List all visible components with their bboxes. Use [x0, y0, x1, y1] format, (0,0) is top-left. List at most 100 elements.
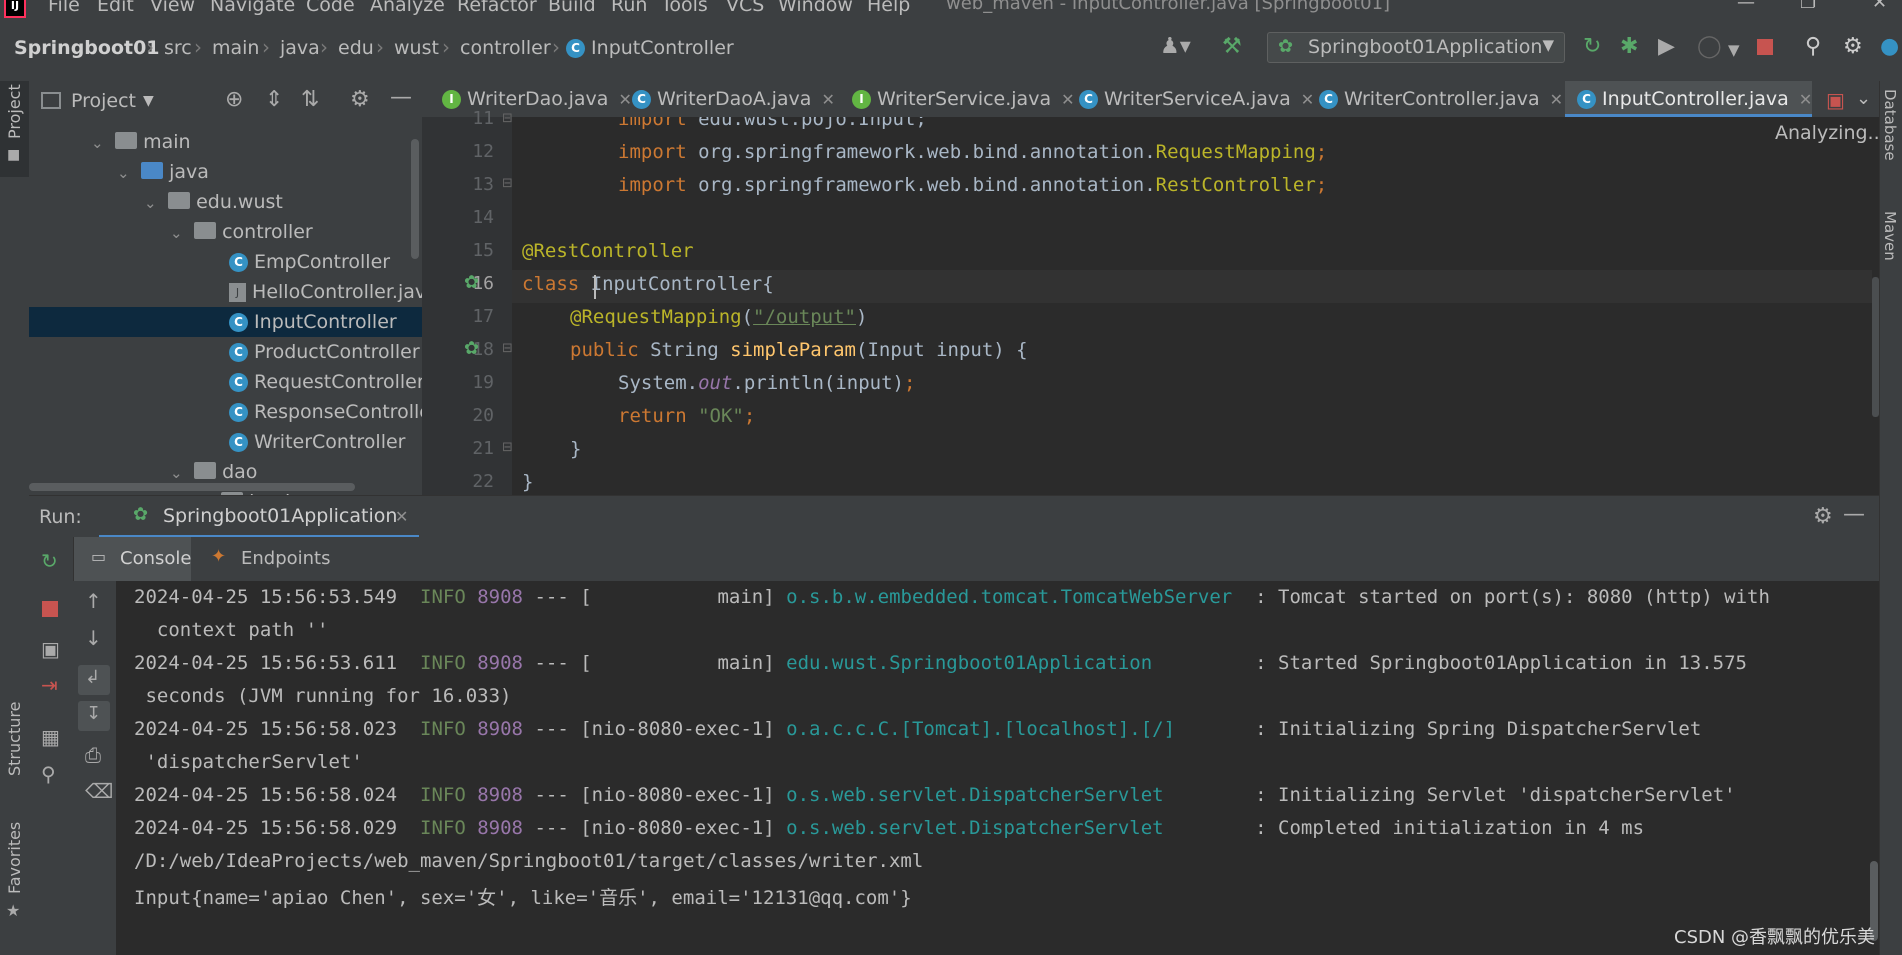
tree-item-responsecontroller[interactable]: C ResponseController	[29, 397, 422, 427]
menu-run[interactable]: Run	[611, 0, 647, 16]
run-settings-gear-icon[interactable]: ⚙	[1813, 504, 1833, 529]
pin-icon[interactable]: ⚲	[41, 762, 56, 786]
layout-icon[interactable]: ▦	[41, 725, 60, 749]
tree-item-edu-wust[interactable]: ⌄ edu.wust	[29, 187, 422, 217]
breadcrumb-wust[interactable]: wust	[394, 37, 439, 59]
run-configuration-dropdown[interactable]: ✿ Springboot01Application ▼	[1267, 32, 1565, 63]
debug-bug-icon[interactable]: ✱	[1620, 36, 1638, 58]
rerun-icon[interactable]: ↻	[41, 549, 58, 573]
stripe-favorites-tab[interactable]: Favorites	[5, 822, 24, 894]
tree-item-empcontroller[interactable]: C EmpController	[29, 247, 422, 277]
hide-panel-icon[interactable]: —	[390, 85, 412, 110]
menu-file[interactable]: File	[48, 0, 80, 16]
trash-clear-icon[interactable]: ⌫	[85, 779, 113, 803]
soft-wrap-toggle[interactable]: ↲	[78, 665, 110, 695]
exit-icon[interactable]: ⇥	[41, 673, 58, 697]
console-output[interactable]: 2024-04-25 15:56:53.549 INFO 8908 --- [ …	[116, 581, 1879, 955]
scroll-down-arrow-icon[interactable]: ↓	[85, 626, 102, 650]
output-input-line: Input{name='apiao Chen', sex='女', like='…	[134, 887, 912, 909]
close-tab-icon[interactable]: ✕	[1550, 90, 1563, 109]
tab-writerservice[interactable]: I WriterService.java ✕	[840, 81, 1075, 117]
breadcrumb-main[interactable]: main	[212, 37, 259, 59]
spring-mapping-gutter-icon[interactable]: ✿	[464, 338, 479, 359]
collapse-all-icon[interactable]: ⇅	[301, 87, 319, 112]
menu-analyze[interactable]: Analyze	[370, 0, 445, 16]
hide-run-panel-icon[interactable]: —	[1843, 502, 1865, 527]
breadcrumb-project[interactable]: Springboot01	[14, 37, 160, 59]
tree-item-writercontroller[interactable]: C WriterController	[29, 427, 422, 457]
locate-target-icon[interactable]: ⊕	[225, 87, 243, 112]
coverage-icon[interactable]: ▶	[1658, 36, 1675, 58]
menu-vcs[interactable]: VCS	[726, 0, 764, 16]
stop-icon[interactable]	[42, 601, 58, 617]
camera-snapshot-icon[interactable]: ▣	[41, 637, 60, 661]
menu-refactor[interactable]: Refactor	[457, 0, 537, 16]
stripe-structure-tab[interactable]: Structure	[5, 702, 24, 776]
favorites-star-icon: ★	[6, 901, 21, 920]
menu-window[interactable]: Window	[778, 0, 853, 16]
rerun-icon[interactable]: ↻	[1583, 36, 1601, 58]
tree-horizontal-scrollbar[interactable]	[29, 483, 355, 491]
breadcrumb-controller[interactable]: controller	[460, 37, 551, 59]
print-icon[interactable]: ⎙	[85, 743, 101, 767]
close-window-icon[interactable]: ✕	[1872, 0, 1887, 13]
search-icon[interactable]: ⚲	[1805, 36, 1821, 58]
close-run-tab-icon[interactable]: ✕	[395, 507, 408, 526]
panel-settings-gear-icon[interactable]: ⚙	[350, 87, 370, 112]
tree-vertical-scrollbar[interactable]	[411, 139, 419, 259]
build-hammer-icon[interactable]: ⚒	[1222, 36, 1242, 58]
tree-item-inputcontroller[interactable]: C InputController	[29, 307, 422, 337]
tree-item-productcontroller[interactable]: C ProductController	[29, 337, 422, 367]
tree-item-controller[interactable]: ⌄ controller	[29, 217, 422, 247]
tree-item-hellocontroller[interactable]: J HelloController.java	[29, 277, 422, 307]
scroll-up-arrow-icon[interactable]: ↑	[85, 589, 102, 613]
subtab-console[interactable]: ▭ Console	[73, 537, 191, 581]
expand-all-icon[interactable]: ⇕	[265, 87, 283, 112]
tab-label: WriterDao.java	[467, 88, 609, 110]
tree-item-java[interactable]: ⌄ java	[29, 157, 422, 187]
code-editor[interactable]: import edu.wust.pojo.Input; import org.s…	[512, 117, 1879, 495]
close-tab-icon[interactable]: ✕	[1799, 90, 1812, 109]
project-view-chevron-icon[interactable]: ▼	[143, 93, 154, 109]
tree-item-main[interactable]: ⌄ main	[29, 127, 422, 157]
stripe-project-tab[interactable]: Project	[5, 84, 24, 139]
scroll-to-end-toggle[interactable]: ↧	[78, 701, 110, 731]
stripe-maven-tab[interactable]: Maven	[1881, 211, 1899, 261]
menu-navigate[interactable]: Navigate	[210, 0, 295, 16]
profiler-icon[interactable]: ◯	[1697, 36, 1722, 58]
menu-tools[interactable]: Tools	[661, 0, 708, 16]
subtab-endpoints[interactable]: ✦ Endpoints	[205, 537, 335, 581]
tab-inputcontroller[interactable]: C InputController.java ✕	[1565, 81, 1812, 117]
menu-code[interactable]: Code	[306, 0, 355, 16]
user-icon[interactable]: ♟▾	[1160, 36, 1191, 58]
project-panel-header: Project ▼ ⊕ ⇕ ⇅ ⚙ —	[29, 81, 422, 125]
tab-writercontroller[interactable]: C WriterController.java ✕	[1307, 81, 1565, 117]
minimize-icon[interactable]: —	[1737, 0, 1755, 13]
menu-edit[interactable]: Edit	[97, 0, 134, 16]
spring-bean-gutter-icon[interactable]: ✿	[464, 272, 479, 293]
menu-view[interactable]: View	[150, 0, 195, 16]
editor-scrollbar[interactable]	[1872, 277, 1879, 417]
plugin-icon[interactable]: ●	[1880, 36, 1899, 58]
breadcrumb-src[interactable]: src	[164, 37, 192, 59]
more-tabs-icon[interactable]: ▣	[1826, 88, 1845, 112]
stop-icon[interactable]	[1757, 39, 1773, 55]
restore-icon[interactable]: ❐	[1800, 0, 1816, 13]
stripe-database-tab[interactable]: Database	[1881, 89, 1899, 161]
project-panel-title[interactable]: Project	[71, 90, 136, 112]
tab-writerservicea[interactable]: C WriterServiceA.java ✕	[1067, 81, 1314, 117]
settings-gear-icon[interactable]: ⚙	[1843, 36, 1863, 58]
tab-list-chevron-icon[interactable]: ⌄	[1856, 88, 1871, 109]
more-run-chevron-icon[interactable]: ▼	[1728, 39, 1740, 61]
close-tab-icon[interactable]: ✕	[821, 90, 834, 109]
tree-item-requestcontroller[interactable]: C RequestController	[29, 367, 422, 397]
breadcrumb-java[interactable]: java	[280, 37, 320, 59]
line-number: 13	[472, 174, 494, 195]
menu-build[interactable]: Build	[548, 0, 596, 16]
run-tab-springboot01application[interactable]: ✿ Springboot01Application ✕	[99, 496, 419, 538]
menu-help[interactable]: Help	[867, 0, 910, 16]
breadcrumb-edu[interactable]: edu	[338, 37, 374, 59]
breadcrumb-inputcontroller[interactable]: C InputController	[566, 37, 734, 59]
tab-writerdaoa[interactable]: C WriterDaoA.java ✕	[620, 81, 840, 117]
class-icon: C	[229, 343, 248, 362]
